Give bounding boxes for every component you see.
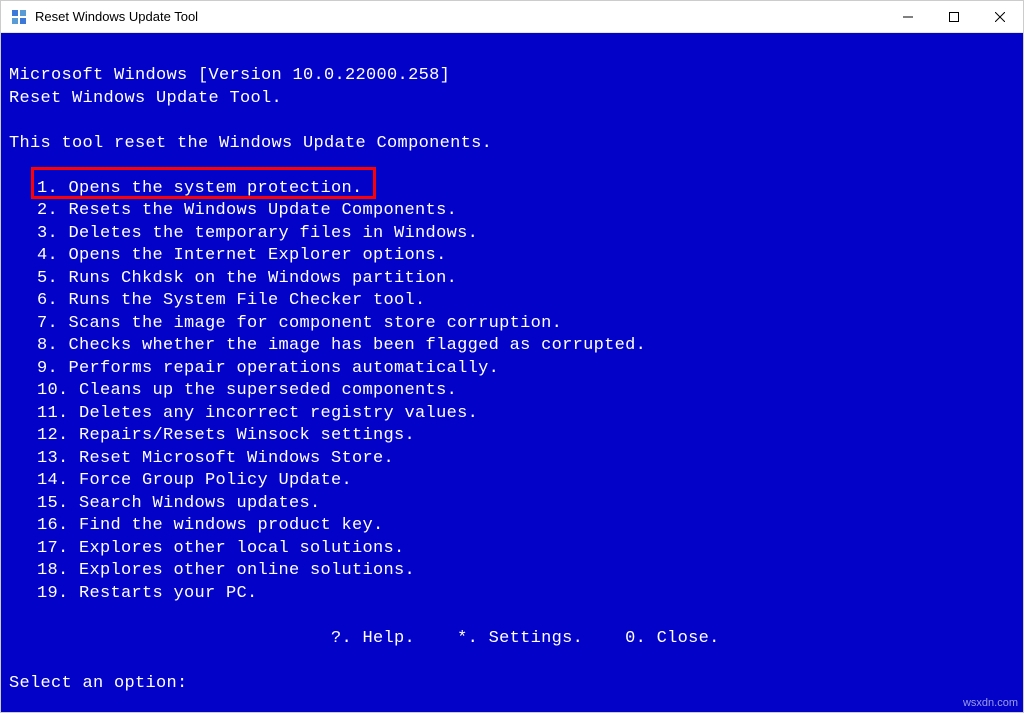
menu-option: 19. Restarts your PC. [9, 583, 1015, 606]
description-line: This tool reset the Windows Update Compo… [9, 133, 1015, 156]
prompt-line: Select an option: [9, 673, 1015, 696]
maximize-button[interactable] [931, 1, 977, 32]
version-line: Microsoft Windows [Version 10.0.22000.25… [9, 65, 1015, 88]
menu-option: 9. Performs repair operations automatica… [9, 358, 1015, 381]
titlebar: Reset Windows Update Tool [1, 1, 1023, 33]
close-button[interactable] [977, 1, 1023, 32]
footer-options: ?. Help. *. Settings. 0. Close. [9, 628, 1015, 651]
app-icon [11, 9, 27, 25]
menu-option: 11. Deletes any incorrect registry value… [9, 403, 1015, 426]
menu-option: 17. Explores other local solutions. [9, 538, 1015, 561]
watermark: wsxdn.com [963, 697, 1018, 709]
menu-option: 8. Checks whether the image has been fla… [9, 335, 1015, 358]
menu-option: 1. Opens the system protection. [9, 178, 1015, 201]
menu-option: 18. Explores other online solutions. [9, 560, 1015, 583]
menu-option: 12. Repairs/Resets Winsock settings. [9, 425, 1015, 448]
menu-option: 10. Cleans up the superseded components. [9, 380, 1015, 403]
menu-option: 13. Reset Microsoft Windows Store. [9, 448, 1015, 471]
menu-option: 2. Resets the Windows Update Components. [9, 200, 1015, 223]
menu-option: 16. Find the windows product key. [9, 515, 1015, 538]
menu-option: 5. Runs Chkdsk on the Windows partition. [9, 268, 1015, 291]
menu-option: 7. Scans the image for component store c… [9, 313, 1015, 336]
tool-name-line: Reset Windows Update Tool. [9, 88, 1015, 111]
app-window: Reset Windows Update Tool Microsoft Wind… [0, 0, 1024, 713]
window-title: Reset Windows Update Tool [35, 9, 885, 24]
minimize-button[interactable] [885, 1, 931, 32]
menu-option: 15. Search Windows updates. [9, 493, 1015, 516]
menu-option: 14. Force Group Policy Update. [9, 470, 1015, 493]
menu-option: 4. Opens the Internet Explorer options. [9, 245, 1015, 268]
window-controls [885, 1, 1023, 32]
menu-option: 3. Deletes the temporary files in Window… [9, 223, 1015, 246]
menu-option: 6. Runs the System File Checker tool. [9, 290, 1015, 313]
console-output[interactable]: Microsoft Windows [Version 10.0.22000.25… [1, 33, 1023, 712]
